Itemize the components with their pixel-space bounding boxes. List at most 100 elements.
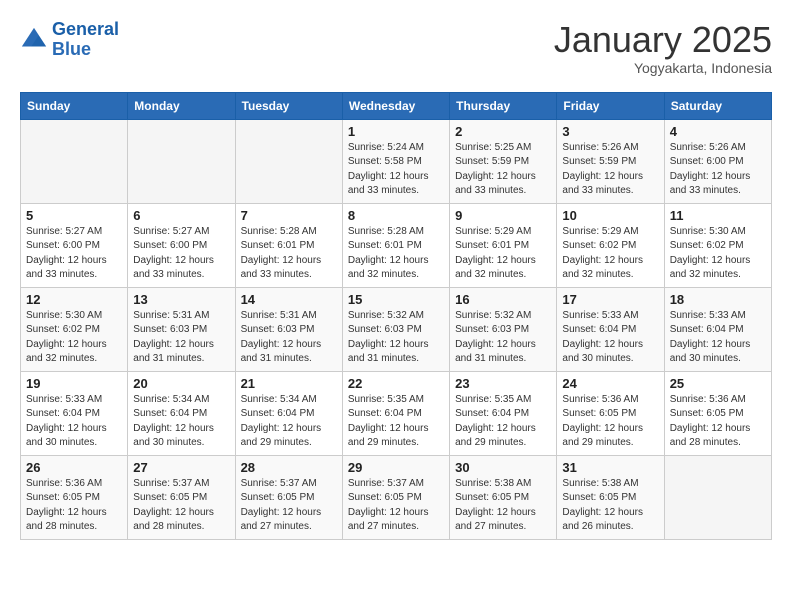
calendar-table: SundayMondayTuesdayWednesdayThursdayFrid… — [20, 92, 772, 540]
calendar-cell: 25 Sunrise: 5:36 AM Sunset: 6:05 PM Dayli… — [664, 371, 771, 455]
day-info: Sunrise: 5:29 AM Sunset: 6:01 PM Dayligh… — [455, 225, 551, 283]
day-number: 26 — [26, 460, 122, 475]
day-number: 16 — [455, 292, 551, 307]
day-number: 31 — [562, 460, 658, 475]
calendar-cell: 15Sunrise: 5:32 AM Sunset: 6:03 PM Dayli… — [342, 287, 449, 371]
day-info: Sunrise: 5:37 AM Sunset: 6:05 PM Dayligh… — [133, 477, 229, 535]
calendar-cell: 19 Sunrise: 5:33 AM Sunset: 6:04 PM Dayli… — [21, 371, 128, 455]
title-block: January 2025 Yogyakarta, Indonesia — [554, 20, 772, 76]
calendar-subtitle: Yogyakarta, Indonesia — [554, 60, 772, 76]
day-info: Sunrise: 5:34 AM Sunset: 6:04 PM Dayligh… — [133, 393, 229, 451]
calendar-cell: 6 Sunrise: 5:27 AM Sunset: 6:00 PM Daylig… — [128, 203, 235, 287]
calendar-week-row: 12 Sunrise: 5:30 AM Sunset: 6:02 PM Dayli… — [21, 287, 772, 371]
day-info: Sunrise: 5:38 AM Sunset: 6:05 PM Dayligh… — [562, 477, 658, 535]
calendar-cell: 7Sunrise: 5:28 AM Sunset: 6:01 PM Daylig… — [235, 203, 342, 287]
day-info: Sunrise: 5:31 AM Sunset: 6:03 PM Dayligh… — [133, 309, 229, 367]
day-info: Sunrise: 5:33 AM Sunset: 6:04 PM Dayligh… — [26, 393, 122, 451]
day-number: 17 — [562, 292, 658, 307]
day-number: 8 — [348, 208, 444, 223]
day-number: 3 — [562, 124, 658, 139]
calendar-cell: 10 Sunrise: 5:29 AM Sunset: 6:02 PM Dayli… — [557, 203, 664, 287]
day-number: 9 — [455, 208, 551, 223]
day-number: 6 — [133, 208, 229, 223]
calendar-cell: 3 Sunrise: 5:26 AM Sunset: 5:59 PM Daylig… — [557, 119, 664, 203]
day-info: Sunrise: 5:24 AM Sunset: 5:58 PM Dayligh… — [348, 141, 444, 199]
day-info: Sunrise: 5:32 AM Sunset: 6:03 PM Dayligh… — [348, 309, 444, 367]
day-number: 13 — [133, 292, 229, 307]
calendar-cell: 2 Sunrise: 5:25 AM Sunset: 5:59 PM Daylig… — [450, 119, 557, 203]
day-number: 4 — [670, 124, 766, 139]
calendar-cell — [128, 119, 235, 203]
calendar-cell: 11Sunrise: 5:30 AM Sunset: 6:02 PM Dayli… — [664, 203, 771, 287]
day-info: Sunrise: 5:33 AM Sunset: 6:04 PM Dayligh… — [670, 309, 766, 367]
calendar-cell — [235, 119, 342, 203]
day-number: 5 — [26, 208, 122, 223]
day-info: Sunrise: 5:36 AM Sunset: 6:05 PM Dayligh… — [670, 393, 766, 451]
day-info: Sunrise: 5:28 AM Sunset: 6:01 PM Dayligh… — [348, 225, 444, 283]
weekday-header: Thursday — [450, 92, 557, 119]
day-number: 22 — [348, 376, 444, 391]
day-info: Sunrise: 5:36 AM Sunset: 6:05 PM Dayligh… — [26, 477, 122, 535]
calendar-week-row: 5 Sunrise: 5:27 AM Sunset: 6:00 PM Daylig… — [21, 203, 772, 287]
header-row: SundayMondayTuesdayWednesdayThursdayFrid… — [21, 92, 772, 119]
day-info: Sunrise: 5:26 AM Sunset: 5:59 PM Dayligh… — [562, 141, 658, 199]
weekday-header: Sunday — [21, 92, 128, 119]
day-number: 19 — [26, 376, 122, 391]
calendar-cell: 18Sunrise: 5:33 AM Sunset: 6:04 PM Dayli… — [664, 287, 771, 371]
day-number: 23 — [455, 376, 551, 391]
day-info: Sunrise: 5:28 AM Sunset: 6:01 PM Dayligh… — [241, 225, 337, 283]
calendar-cell — [21, 119, 128, 203]
calendar-cell: 30 Sunrise: 5:38 AM Sunset: 6:05 PM Dayli… — [450, 455, 557, 539]
calendar-header: SundayMondayTuesdayWednesdayThursdayFrid… — [21, 92, 772, 119]
calendar-cell: 23 Sunrise: 5:35 AM Sunset: 6:04 PM Dayli… — [450, 371, 557, 455]
day-info: Sunrise: 5:26 AM Sunset: 6:00 PM Dayligh… — [670, 141, 766, 199]
calendar-cell: 4 Sunrise: 5:26 AM Sunset: 6:00 PM Daylig… — [664, 119, 771, 203]
day-info: Sunrise: 5:25 AM Sunset: 5:59 PM Dayligh… — [455, 141, 551, 199]
day-number: 25 — [670, 376, 766, 391]
weekday-header: Wednesday — [342, 92, 449, 119]
day-number: 10 — [562, 208, 658, 223]
calendar-cell: 24Sunrise: 5:36 AM Sunset: 6:05 PM Dayli… — [557, 371, 664, 455]
calendar-cell: 17Sunrise: 5:33 AM Sunset: 6:04 PM Dayli… — [557, 287, 664, 371]
day-info: Sunrise: 5:27 AM Sunset: 6:00 PM Dayligh… — [133, 225, 229, 283]
day-info: Sunrise: 5:37 AM Sunset: 6:05 PM Dayligh… — [348, 477, 444, 535]
weekday-header: Friday — [557, 92, 664, 119]
calendar-cell: 16 Sunrise: 5:32 AM Sunset: 6:03 PM Dayli… — [450, 287, 557, 371]
day-number: 2 — [455, 124, 551, 139]
day-info: Sunrise: 5:30 AM Sunset: 6:02 PM Dayligh… — [670, 225, 766, 283]
calendar-cell: 1Sunrise: 5:24 AM Sunset: 5:58 PM Daylig… — [342, 119, 449, 203]
weekday-header: Saturday — [664, 92, 771, 119]
day-info: Sunrise: 5:36 AM Sunset: 6:05 PM Dayligh… — [562, 393, 658, 451]
page-header: GeneralBlue January 2025 Yogyakarta, Ind… — [20, 20, 772, 76]
day-info: Sunrise: 5:29 AM Sunset: 6:02 PM Dayligh… — [562, 225, 658, 283]
calendar-cell: 13 Sunrise: 5:31 AM Sunset: 6:03 PM Dayli… — [128, 287, 235, 371]
calendar-body: 1Sunrise: 5:24 AM Sunset: 5:58 PM Daylig… — [21, 119, 772, 539]
day-info: Sunrise: 5:38 AM Sunset: 6:05 PM Dayligh… — [455, 477, 551, 535]
calendar-cell: 27 Sunrise: 5:37 AM Sunset: 6:05 PM Dayli… — [128, 455, 235, 539]
day-info: Sunrise: 5:35 AM Sunset: 6:04 PM Dayligh… — [455, 393, 551, 451]
calendar-cell: 22Sunrise: 5:35 AM Sunset: 6:04 PM Dayli… — [342, 371, 449, 455]
weekday-header: Tuesday — [235, 92, 342, 119]
day-number: 12 — [26, 292, 122, 307]
day-info: Sunrise: 5:32 AM Sunset: 6:03 PM Dayligh… — [455, 309, 551, 367]
calendar-cell: 31 Sunrise: 5:38 AM Sunset: 6:05 PM Dayli… — [557, 455, 664, 539]
day-number: 14 — [241, 292, 337, 307]
calendar-cell: 14Sunrise: 5:31 AM Sunset: 6:03 PM Dayli… — [235, 287, 342, 371]
calendar-cell: 20 Sunrise: 5:34 AM Sunset: 6:04 PM Dayli… — [128, 371, 235, 455]
day-number: 21 — [241, 376, 337, 391]
calendar-cell — [664, 455, 771, 539]
logo-text: GeneralBlue — [52, 20, 119, 60]
calendar-cell: 21 Sunrise: 5:34 AM Sunset: 6:04 PM Dayli… — [235, 371, 342, 455]
calendar-cell: 28Sunrise: 5:37 AM Sunset: 6:05 PM Dayli… — [235, 455, 342, 539]
day-info: Sunrise: 5:27 AM Sunset: 6:00 PM Dayligh… — [26, 225, 122, 283]
day-number: 29 — [348, 460, 444, 475]
day-info: Sunrise: 5:30 AM Sunset: 6:02 PM Dayligh… — [26, 309, 122, 367]
day-number: 27 — [133, 460, 229, 475]
calendar-cell: 9 Sunrise: 5:29 AM Sunset: 6:01 PM Daylig… — [450, 203, 557, 287]
day-number: 20 — [133, 376, 229, 391]
calendar-title: January 2025 — [554, 20, 772, 60]
day-number: 30 — [455, 460, 551, 475]
day-number: 28 — [241, 460, 337, 475]
day-info: Sunrise: 5:34 AM Sunset: 6:04 PM Dayligh… — [241, 393, 337, 451]
calendar-cell: 5 Sunrise: 5:27 AM Sunset: 6:00 PM Daylig… — [21, 203, 128, 287]
